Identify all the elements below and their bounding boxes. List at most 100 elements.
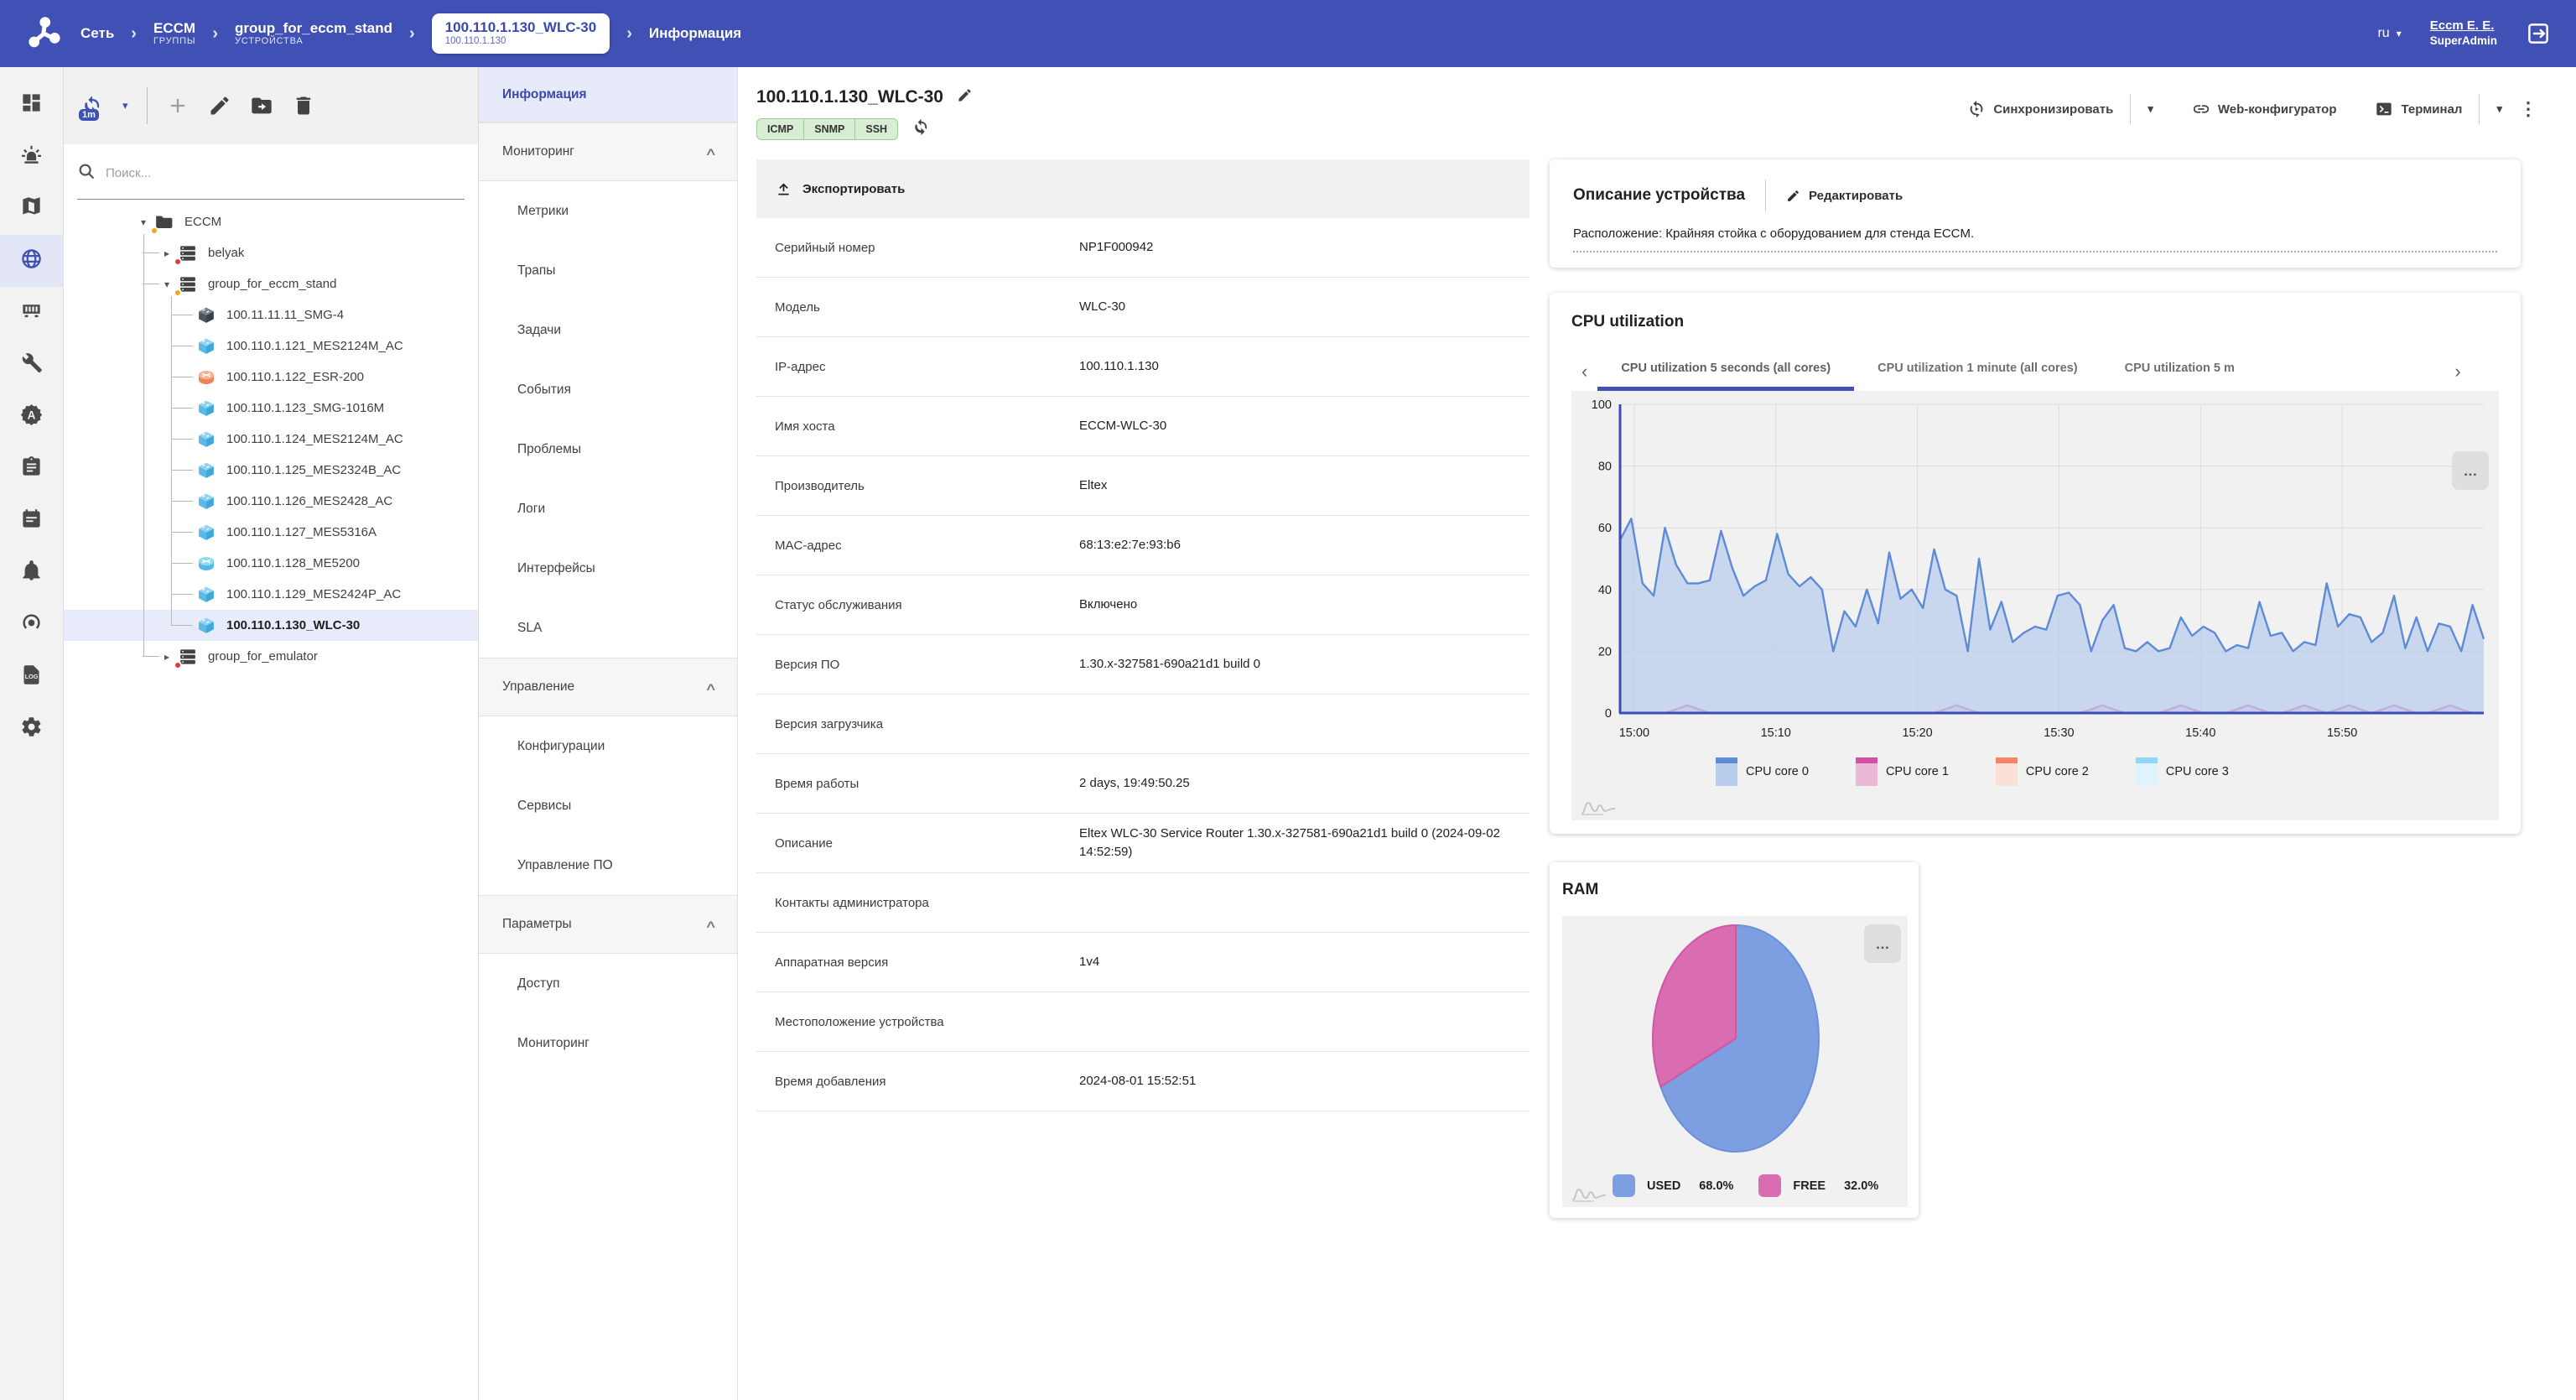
menu-item-Интерфейсы[interactable]: Интерфейсы <box>479 539 737 598</box>
rail-item-alarms[interactable] <box>0 131 63 183</box>
tree-node-100.110.1.129_MES2424P_AC[interactable]: 100.110.1.129_MES2424P_AC <box>64 579 478 610</box>
menu-item-Проблемы[interactable]: Проблемы <box>479 419 737 479</box>
legend-item-CPU core 1[interactable]: CPU core 1 <box>1856 757 1949 786</box>
tree-node-100.110.1.123_SMG-1016M[interactable]: 100.110.1.123_SMG-1016M <box>64 393 478 424</box>
legend-swatch <box>2136 757 2158 786</box>
add-node-button[interactable] <box>166 94 190 117</box>
breadcrumb-section[interactable]: Сеть <box>80 25 114 42</box>
menu-item-Задачи[interactable]: Задачи <box>479 300 737 360</box>
rail-item-network[interactable] <box>0 235 63 287</box>
breadcrumb-item[interactable]: ECCMГРУППЫ <box>153 20 195 47</box>
edit-title-icon[interactable] <box>957 87 973 107</box>
ram-chart: USED68.0% FREE32.0% … <box>1562 916 1908 1207</box>
cpu-tab[interactable]: CPU utilization 5 m <box>2101 351 2257 391</box>
delete-node-button[interactable] <box>292 94 315 117</box>
tree-node-label: 100.11.11.11_SMG-4 <box>226 308 344 322</box>
tree-node-100.110.1.121_MES2124M_AC[interactable]: 100.110.1.121_MES2124M_AC <box>64 330 478 362</box>
menu-item-Доступ[interactable]: Доступ <box>479 954 737 1013</box>
web-configurator-button[interactable]: Web-конфигуратор <box>2192 100 2337 118</box>
menu-item-Логи[interactable]: Логи <box>479 479 737 539</box>
rail-item-settings[interactable] <box>0 703 63 755</box>
tabs-scroll-left-icon[interactable]: ‹ <box>1571 361 1597 391</box>
chart-menu-button[interactable]: … <box>2452 451 2489 490</box>
edit-description-button[interactable]: Редактировать <box>1786 189 1903 203</box>
tree-node-belyak[interactable]: ▸belyak <box>64 237 478 268</box>
export-button[interactable]: Экспортировать <box>775 180 905 198</box>
svg-text:15:30: 15:30 <box>2044 726 2074 740</box>
breadcrumb-device-chip[interactable]: 100.110.1.130_WLC-30100.110.1.130 <box>432 13 610 54</box>
chart-menu-button[interactable]: … <box>1864 924 1901 963</box>
breadcrumb-item[interactable]: group_for_eccm_standУСТРОЙСТВА <box>235 20 392 47</box>
chevron-down-icon[interactable]: ▾ <box>2148 102 2153 116</box>
menu-item-Мониторинг[interactable]: Мониторинг <box>479 1013 737 1073</box>
tree-node-group_for_emulator[interactable]: ▸group_for_emulator <box>64 641 478 672</box>
terminal-button[interactable]: Терминал <box>2375 100 2462 118</box>
menu-item-Управление ПО[interactable]: Управление ПО <box>479 835 737 895</box>
cpu-tab[interactable]: CPU utilization 1 minute (all cores) <box>1854 351 2101 391</box>
move-to-group-button[interactable] <box>250 94 273 117</box>
tree-connector <box>171 594 193 595</box>
rail-item-map[interactable] <box>0 183 63 235</box>
rail-item-planner[interactable] <box>0 495 63 547</box>
tree-node-100.11.11.11_SMG-4[interactable]: 100.11.11.11_SMG-4 <box>64 299 478 330</box>
menu-item-Сервисы[interactable]: Сервисы <box>479 776 737 835</box>
menu-item-Конфигурации[interactable]: Конфигурации <box>479 716 737 776</box>
synchronize-button[interactable]: Синхронизировать <box>1967 100 2113 118</box>
search-input[interactable] <box>106 166 465 180</box>
tree-node-100.110.1.127_MES5316A[interactable]: 100.110.1.127_MES5316A <box>64 517 478 548</box>
rail-item-devices[interactable] <box>0 287 63 339</box>
rail-item-monitoring[interactable] <box>0 599 63 651</box>
menu-item-SLA[interactable]: SLA <box>479 598 737 658</box>
refresh-protocols-icon[interactable] <box>911 117 931 141</box>
tree-expand-icon[interactable]: ▾ <box>136 216 151 228</box>
tree-node-ECCM[interactable]: ▾ECCM <box>64 206 478 237</box>
menu-item-Параметры[interactable]: Параметры∧ <box>479 895 737 954</box>
logout-icon[interactable] <box>2526 21 2551 46</box>
legend-item-CPU core 3[interactable]: CPU core 3 <box>2136 757 2229 786</box>
menu-item-Информация[interactable]: Информация <box>479 67 737 122</box>
menu-item-События[interactable]: События <box>479 360 737 419</box>
tree-node-100.110.1.130_WLC-30[interactable]: 100.110.1.130_WLC-30 <box>64 610 478 641</box>
cpu-tab[interactable]: CPU utilization 5 seconds (all cores) <box>1597 351 1854 391</box>
menu-item-Управление[interactable]: Управление∧ <box>479 658 737 716</box>
tabs-scroll-right-icon[interactable]: › <box>2444 361 2470 391</box>
info-label: MAC-адрес <box>756 539 1079 553</box>
legend-item-CPU core 2[interactable]: CPU core 2 <box>1996 757 2089 786</box>
rail-item-tools[interactable] <box>0 339 63 391</box>
user-menu[interactable]: Eccm E. E. SuperAdmin <box>2430 18 2497 49</box>
menu-item-Мониторинг[interactable]: Мониторинг∧ <box>479 122 737 181</box>
auto-refresh-button[interactable]: 1m <box>80 94 104 117</box>
language-select[interactable]: ru ▾ <box>2377 26 2401 41</box>
more-actions-button[interactable]: ⋮ <box>2519 98 2537 120</box>
breadcrumb-item[interactable]: Информация <box>649 25 741 42</box>
tree-expand-icon[interactable]: ▸ <box>159 651 174 663</box>
edit-node-button[interactable] <box>208 94 231 117</box>
rail-item-quality[interactable]: A <box>0 391 63 443</box>
tree-node-100.110.1.122_ESR-200[interactable]: 100.110.1.122_ESR-200 <box>64 362 478 393</box>
app-logo-icon[interactable] <box>25 14 64 53</box>
info-row: Местоположение устройства <box>756 992 1530 1052</box>
tree-node-100.110.1.125_MES2324B_AC[interactable]: 100.110.1.125_MES2324B_AC <box>64 455 478 486</box>
legend-item-FREE[interactable]: FREE32.0% <box>1758 1174 1878 1197</box>
tree-expand-icon[interactable]: ▾ <box>159 278 174 290</box>
legend-item-USED[interactable]: USED68.0% <box>1613 1174 1733 1197</box>
rail-item-dashboard[interactable] <box>0 79 63 131</box>
tree-node-100.110.1.126_MES2428_AC[interactable]: 100.110.1.126_MES2428_AC <box>64 486 478 517</box>
info-row: IP-адрес 100.110.1.130 <box>756 337 1530 397</box>
tree-node-100.110.1.128_ME5200[interactable]: 100.110.1.128_ME5200 <box>64 548 478 579</box>
info-value: 2 days, 19:49:50.25 <box>1079 774 1530 793</box>
chevron-down-icon[interactable]: ▾ <box>2496 102 2502 116</box>
quality-icon: A <box>20 403 43 430</box>
chevron-down-icon[interactable]: ▾ <box>122 99 128 112</box>
legend-item-CPU core 0[interactable]: CPU core 0 <box>1716 757 1809 786</box>
rail-item-tasks[interactable] <box>0 443 63 495</box>
menu-item-Метрики[interactable]: Метрики <box>479 181 737 241</box>
tree-node-label: 100.110.1.129_MES2424P_AC <box>226 587 401 601</box>
info-label: Контакты администратора <box>756 896 1079 910</box>
rail-item-notifications[interactable] <box>0 547 63 599</box>
tree-node-100.110.1.124_MES2124M_AC[interactable]: 100.110.1.124_MES2124M_AC <box>64 424 478 455</box>
tree-expand-icon[interactable]: ▸ <box>159 247 174 259</box>
tree-node-group_for_eccm_stand[interactable]: ▾group_for_eccm_stand <box>64 268 478 299</box>
menu-item-Трапы[interactable]: Трапы <box>479 241 737 300</box>
rail-item-logs[interactable]: LOG <box>0 651 63 703</box>
